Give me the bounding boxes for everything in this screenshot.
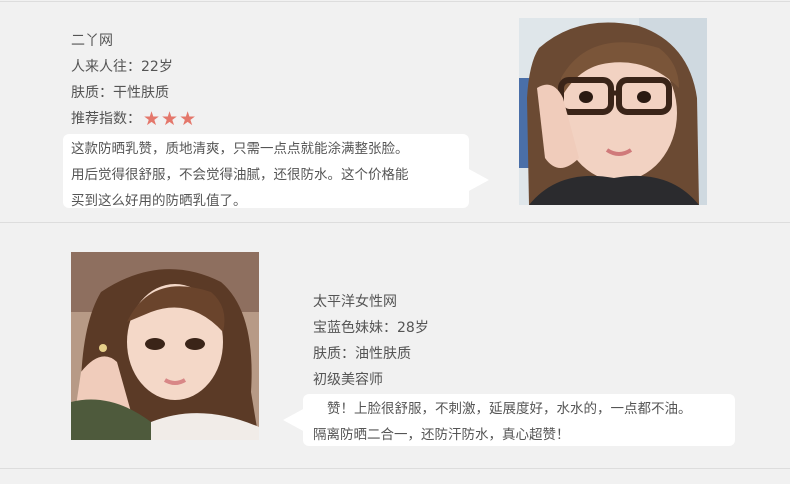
section-divider [0, 222, 790, 223]
reviewer-photo-icon [519, 18, 707, 205]
reviewer-name-age: 人来人往：22岁 [71, 59, 173, 75]
review-source: 二丫网 [71, 33, 113, 49]
comment-line: 赞！上脸很舒服，不刺激，延展度好，水水的，一点都不油。 [327, 401, 692, 417]
comment-bubble: 赞！上脸很舒服，不刺激，延展度好，水水的，一点都不油。 隔离防晒二合一，还防汗防… [303, 394, 735, 446]
rating-stars: ★★★ [143, 110, 197, 130]
review-source: 太平洋女性网 [313, 294, 397, 310]
bubble-tail [467, 168, 489, 192]
bubble-tail [283, 408, 305, 432]
bottom-divider [0, 468, 790, 469]
star-icon: ★ [143, 108, 161, 130]
star-icon: ★ [161, 108, 179, 130]
comment-line: 用后觉得很舒服，不会觉得油腻，还很防水。这个价格能 [71, 167, 409, 183]
rating-row: 推荐指数： ★★★ [71, 110, 197, 130]
reviewer-photo-icon [71, 252, 259, 440]
comment-line: 买到这么好用的防晒乳值了。 [71, 193, 247, 209]
top-divider [0, 1, 790, 2]
reviewer-skin-type: 肤质：干性肤质 [71, 85, 169, 101]
reviewer-title: 初级美容师 [313, 372, 383, 388]
reviewer-skin-type: 肤质：油性肤质 [313, 346, 411, 362]
comment-line: 隔离防晒二合一，还防汗防水，真心超赞！ [313, 427, 570, 443]
comment-line: 这款防晒乳赞，质地清爽，只需一点点就能涂满整张脸。 [71, 141, 409, 157]
rating-label: 推荐指数： [71, 111, 141, 127]
comment-bubble: 这款防晒乳赞，质地清爽，只需一点点就能涂满整张脸。 用后觉得很舒服，不会觉得油腻… [63, 134, 469, 209]
star-icon: ★ [179, 108, 197, 130]
reviewer-name-age: 宝蓝色妹妹：28岁 [313, 320, 429, 336]
